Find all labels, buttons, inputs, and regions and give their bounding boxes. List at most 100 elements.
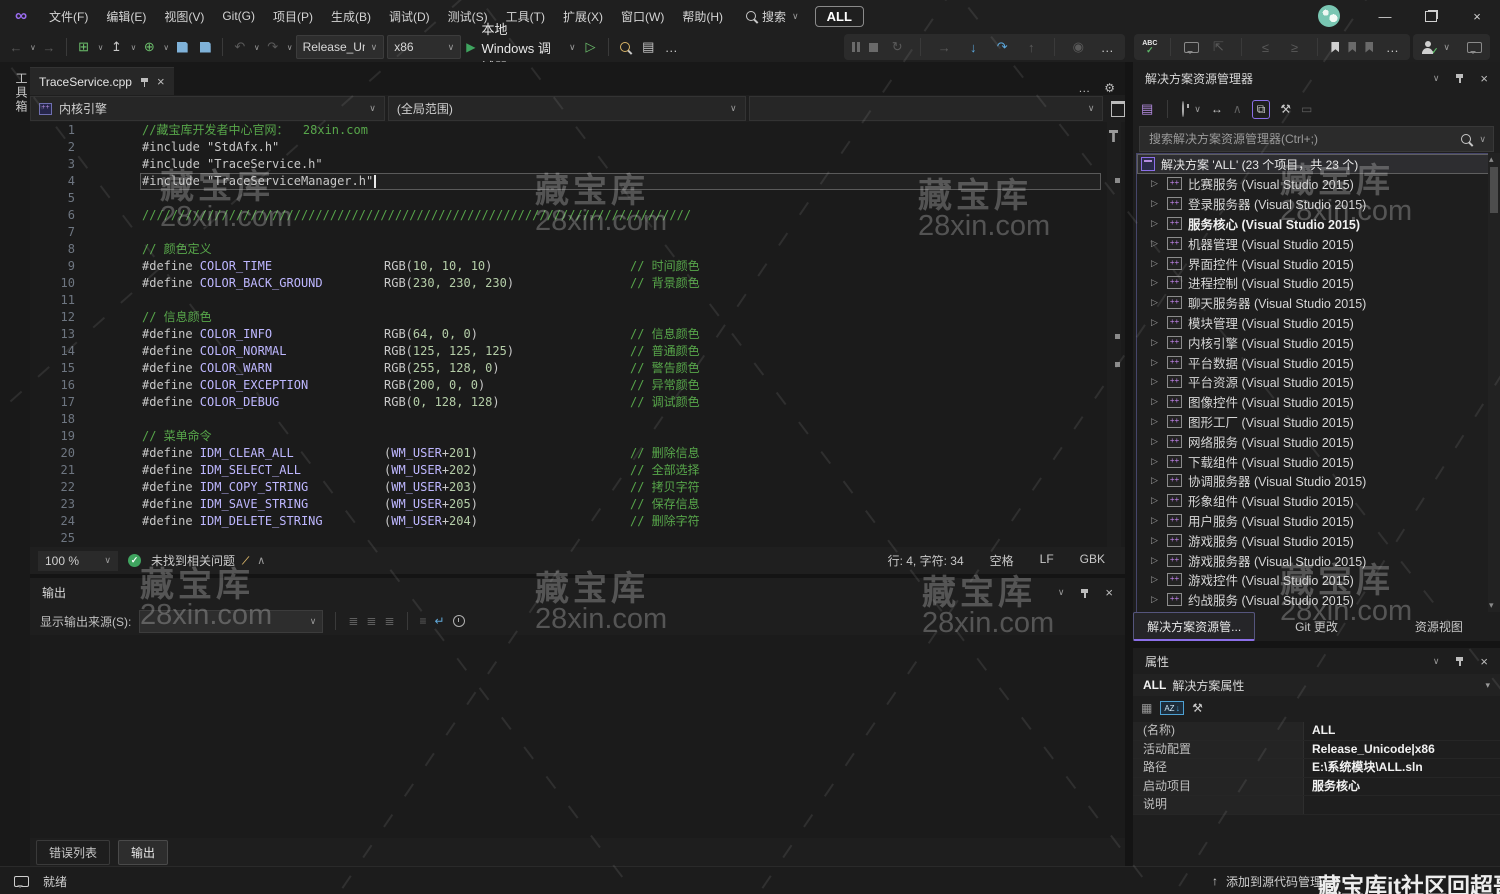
chevron-right-icon[interactable]: ▷ [1151,218,1161,229]
navigate-back-icon[interactable]: ← [6,36,26,58]
code-line[interactable]: 13#define COLOR_INFORGB(64, 0, 0)// 信息颜色 [30,326,1125,343]
start-debug-button[interactable]: ▶ 本地 Windows 调试器 ∨ [464,36,577,58]
output-content[interactable] [30,635,1125,838]
categorized-icon[interactable]: ▦ [1141,701,1152,715]
project-item[interactable]: ▷++平台资源 (Visual Studio 2015) [1137,372,1498,392]
code-line[interactable]: 15#define COLOR_WARNRGB(255, 128, 0)// 警… [30,360,1125,377]
zoom-dropdown[interactable]: 100 % ∨ [38,551,118,571]
menu-item[interactable]: 编辑(E) [97,0,155,32]
bottom-panel-tab[interactable]: 错误列表 [36,840,110,865]
code-line[interactable]: 6///////////////////////////////////////… [30,207,1125,224]
code-line[interactable]: 25 [30,530,1125,547]
minimize-button[interactable]: — [1362,0,1408,32]
code-line[interactable]: 10#define COLOR_BACK_GROUNDRGB(230, 230,… [30,275,1125,292]
code-cleanup-icon[interactable]: ∕ [244,553,248,568]
code-line[interactable]: 16#define COLOR_EXCEPTIONRGB(200, 0, 0)/… [30,377,1125,394]
property-row[interactable]: 说明 [1133,796,1500,815]
pin-icon[interactable] [1080,588,1089,598]
pin-icon[interactable] [140,77,149,87]
project-item[interactable]: ▷++模块管理 (Visual Studio 2015) [1137,313,1498,333]
toolbox-tab[interactable]: 工具箱 [0,72,30,114]
chevron-right-icon[interactable]: ▷ [1151,317,1161,328]
chevron-up-icon[interactable]: ∧ [257,554,265,567]
project-dropdown[interactable]: ++ 内核引擎 ∨ [30,96,385,121]
chevron-right-icon[interactable]: ▷ [1151,396,1161,407]
tree-scrollbar[interactable]: ▴ ▾ [1488,153,1500,612]
code-editor[interactable]: 1//藏宝库开发者中心官网： 28xin.com2#include "StdAf… [30,122,1125,547]
menu-item[interactable]: 文件(F) [40,0,97,32]
save-all-icon[interactable] [195,36,215,58]
solution-root-node[interactable]: 解决方案 'ALL' (23 个项目，共 23 个) [1137,154,1498,174]
spell-check-icon[interactable]: ABC✓ [1142,41,1157,53]
solution-search-input[interactable] [1147,131,1453,147]
project-item[interactable]: ▷++平台数据 (Visual Studio 2015) [1137,352,1498,372]
project-item[interactable]: ▷++用户服务 (Visual Studio 2015) [1137,511,1498,531]
chevron-right-icon[interactable]: ▷ [1151,238,1161,249]
project-item[interactable]: ▷++登录服务器 (Visual Studio 2015) [1137,194,1498,214]
navigate-forward-icon[interactable]: → [39,36,59,58]
user-avatar[interactable] [1318,5,1340,27]
pin-icon[interactable] [1455,656,1464,666]
property-row[interactable]: 路径E:\系统模块\ALL.sln [1133,759,1500,778]
project-item[interactable]: ▷++图形工厂 (Visual Studio 2015) [1137,412,1498,432]
project-item[interactable]: ▷++图像控件 (Visual Studio 2015) [1137,392,1498,412]
project-item[interactable]: ▷++游戏服务器 (Visual Studio 2015) [1137,550,1498,570]
project-item[interactable]: ▷++服务核心 (Visual Studio 2015) [1137,214,1498,234]
debug-overflow-icon[interactable]: … [1097,36,1117,58]
property-row[interactable]: (名称)ALL [1133,722,1500,741]
tool-window-tab[interactable]: 解决方案资源管... [1133,612,1255,641]
platform-combobox[interactable]: x86∨ [387,35,461,59]
project-item[interactable]: ▷++界面控件 (Visual Studio 2015) [1137,253,1498,273]
menu-item[interactable]: 视图(V) [155,0,213,32]
preview-selected-items-icon[interactable]: ▭ [1301,102,1312,116]
timestamp-icon[interactable] [453,615,465,627]
tab-overflow-icon[interactable]: … [1078,81,1090,95]
next-message-icon[interactable]: ≣ [384,614,394,628]
show-next-statement-icon[interactable]: → [934,36,954,58]
property-row[interactable]: 启动项目服务核心 [1133,778,1500,797]
chevron-right-icon[interactable]: ▷ [1151,456,1161,467]
new-project-icon[interactable]: ⊞ [74,36,94,58]
solution-home-icon[interactable]: ▤ [1141,101,1153,117]
settings-gear-icon[interactable]: ⚙ [1104,81,1115,95]
code-line[interactable]: 8// 颜色定义 [30,241,1125,258]
project-item[interactable]: ▷++内核引擎 (Visual Studio 2015) [1137,332,1498,352]
feedback-icon[interactable] [1467,42,1482,53]
project-item[interactable]: ▷++聊天服务器 (Visual Studio 2015) [1137,293,1498,313]
toggle-bookmark-icon[interactable] [1331,42,1339,53]
solution-badge[interactable]: ALL [815,6,864,27]
window-position-icon[interactable]: ∨ [1058,587,1065,598]
project-item[interactable]: ▷++网络服务 (Visual Studio 2015) [1137,431,1498,451]
code-line[interactable]: 12// 信息颜色 [30,309,1125,326]
chevron-right-icon[interactable]: ▷ [1151,297,1161,308]
close-panel-icon[interactable]: × [1480,655,1488,668]
chevron-right-icon[interactable]: ▷ [1151,277,1161,288]
tool-window-tab[interactable]: 资源视图 [1378,612,1500,641]
project-item[interactable]: ▷++协调服务器 (Visual Studio 2015) [1137,471,1498,491]
pending-changes-filter-icon[interactable] [1182,102,1184,116]
project-item[interactable]: ▷++下载组件 (Visual Studio 2015) [1137,451,1498,471]
step-over-icon[interactable]: ↷ [992,36,1012,58]
attach-to-process-icon[interactable]: ▤ [638,36,658,58]
switch-views-icon[interactable]: ↔ [1211,102,1223,116]
pin-icon[interactable] [1455,73,1464,83]
configuration-combobox[interactable]: Release_Unicode∨ [296,35,385,59]
code-line[interactable]: 11 [30,292,1125,309]
document-tab[interactable]: TraceService.cpp × [30,67,174,95]
menu-item[interactable]: 生成(B) [322,0,380,32]
chevron-right-icon[interactable]: ▷ [1151,198,1161,209]
property-pages-wrench-icon[interactable]: ⚒ [1192,701,1203,715]
properties-wrench-icon[interactable]: ⚒ [1280,102,1291,116]
close-button[interactable]: × [1454,0,1500,32]
chevron-right-icon[interactable]: ▷ [1151,594,1161,605]
code-line[interactable]: 21#define IDM_SELECT_ALL(WM_USER+202)// … [30,462,1125,479]
chevron-right-icon[interactable]: ▷ [1151,574,1161,585]
code-line[interactable]: 3#include "TraceService.h" [30,156,1125,173]
step-into-icon[interactable]: ↓ [963,36,983,58]
add-item-icon[interactable]: ⊕ [139,36,159,58]
source-control-status[interactable]: ↑ 添加到源代码管理 [1212,873,1322,890]
open-file-icon[interactable]: ↥ [106,36,126,58]
code-line[interactable]: 9#define COLOR_TIMERGB(10, 10, 10)// 时间颜… [30,258,1125,275]
output-source-dropdown[interactable]: ∨ [139,610,323,633]
code-line[interactable]: 17#define COLOR_DEBUGRGB(0, 128, 128)// … [30,394,1125,411]
